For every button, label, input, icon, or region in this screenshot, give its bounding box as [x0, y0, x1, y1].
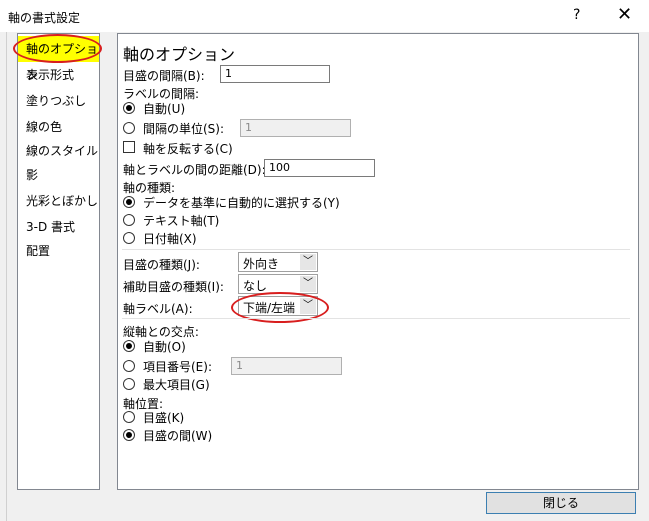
crosses-auto-radio[interactable]: [123, 340, 135, 352]
label-distance-label: 軸とラベルの間の距離(D):: [123, 163, 266, 177]
position-on-ticks-radio[interactable]: [123, 411, 135, 423]
interval-unit-input[interactable]: 1: [240, 119, 351, 137]
axis-type-auto-label: データを基準に自動的に選択する(Y): [143, 196, 340, 210]
interval-auto-label: 自動(U): [143, 102, 186, 116]
axis-type-text-label: テキスト軸(T): [143, 214, 220, 228]
category-fill[interactable]: 塗りつぶし: [18, 88, 99, 114]
category-list: 軸のオプション 表示形式 塗りつぶし 線の色 線のスタイル 影 光彩とぼかし 3…: [17, 33, 100, 490]
category-line-style[interactable]: 線のスタイル: [18, 138, 99, 164]
category-glow[interactable]: 光彩とぼかし: [18, 188, 99, 214]
close-button[interactable]: 閉じる: [486, 492, 636, 514]
interval-unit-radio[interactable]: [123, 122, 135, 134]
axis-label-select[interactable]: 下端/左端 ﹀: [238, 296, 318, 316]
title-bar: [0, 0, 649, 32]
axis-type-text-radio[interactable]: [123, 214, 135, 226]
position-between-radio[interactable]: [123, 429, 135, 441]
major-tick-select[interactable]: 外向き ﹀: [238, 252, 318, 272]
major-tick-label: 目盛の種類(J):: [123, 258, 200, 272]
position-on-ticks-label: 目盛(K): [143, 411, 185, 425]
minor-tick-value: なし: [243, 279, 268, 293]
reverse-order-label: 軸を反転する(C): [143, 142, 233, 156]
reverse-order-checkbox[interactable]: [123, 141, 135, 153]
separator: [122, 318, 630, 319]
category-3d-format[interactable]: 3-D 書式: [18, 214, 99, 240]
category-number-format[interactable]: 表示形式: [18, 62, 99, 88]
axis-label-label: 軸ラベル(A):: [123, 302, 193, 316]
crosses-auto-label: 自動(O): [143, 340, 186, 354]
crosses-category-label: 項目番号(E):: [143, 360, 212, 374]
position-between-label: 目盛の間(W): [143, 429, 213, 443]
chevron-down-icon: ﹀: [300, 276, 316, 292]
close-icon[interactable]: ✕: [617, 4, 632, 25]
crosses-max-label: 最大項目(G): [143, 378, 210, 392]
crosses-category-input[interactable]: 1: [231, 357, 342, 375]
axis-type-date-radio[interactable]: [123, 232, 135, 244]
dialog-title: 軸の書式設定: [8, 11, 81, 25]
panel-title: 軸のオプション: [123, 45, 236, 64]
minor-tick-label: 補助目盛の種類(I):: [123, 280, 224, 294]
chevron-down-icon: ﹀: [300, 298, 316, 314]
category-axis-options[interactable]: 軸のオプション: [18, 36, 99, 82]
major-unit-label: 目盛の間隔(B):: [123, 69, 205, 83]
separator: [122, 249, 630, 250]
help-button[interactable]: ?: [573, 7, 580, 23]
category-line-color[interactable]: 線の色: [18, 114, 99, 140]
interval-auto-radio[interactable]: [123, 102, 135, 114]
crosses-max-radio[interactable]: [123, 378, 135, 390]
minor-tick-select[interactable]: なし ﹀: [238, 274, 318, 294]
window-edge: [0, 32, 7, 521]
axis-label-value: 下端/左端: [243, 301, 296, 315]
crosses-category-radio[interactable]: [123, 360, 135, 372]
major-tick-value: 外向き: [243, 257, 280, 271]
interval-unit-label: 間隔の単位(S):: [143, 122, 225, 136]
axis-type-auto-radio[interactable]: [123, 196, 135, 208]
axis-type-date-label: 日付軸(X): [143, 232, 197, 246]
category-shadow[interactable]: 影: [18, 162, 99, 188]
label-distance-input[interactable]: 100: [264, 159, 375, 177]
chevron-down-icon: ﹀: [300, 254, 316, 270]
major-unit-input[interactable]: 1: [220, 65, 330, 83]
category-alignment[interactable]: 配置: [18, 238, 99, 264]
